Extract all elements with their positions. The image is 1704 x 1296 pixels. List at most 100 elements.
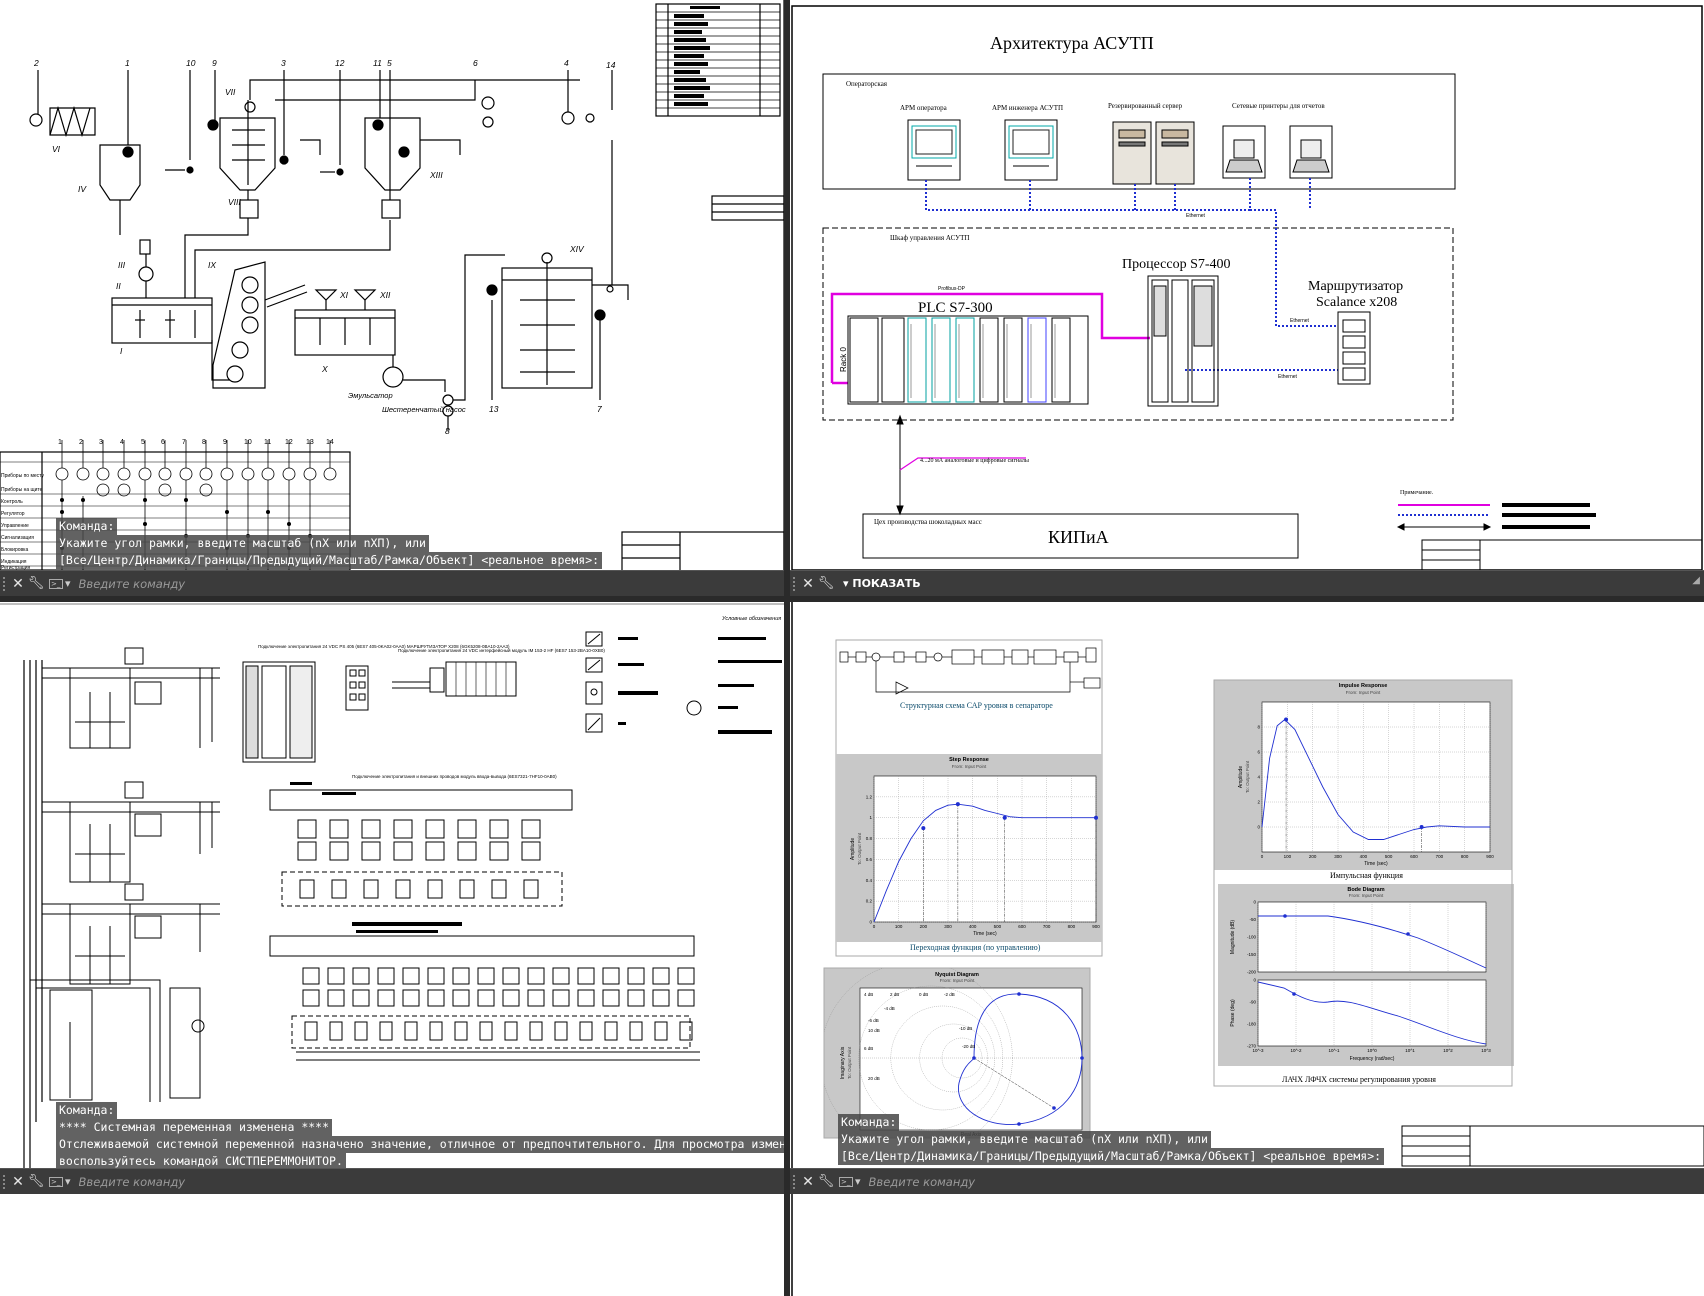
svg-text:Импульсная функция: Импульсная функция bbox=[1330, 871, 1403, 880]
svg-text:Ethernet: Ethernet bbox=[1278, 374, 1298, 380]
history-line: Укажите угол рамки, введите масштаб (nX … bbox=[56, 535, 429, 552]
svg-text:4...20 мА аналоговые и цифровы: 4...20 мА аналоговые и цифровые сигналы bbox=[920, 457, 1029, 464]
command-line-bar: ✕ 🔧︎ ▾ ПОКАЗАТЬ ◢ bbox=[790, 570, 1704, 596]
prompt-icon: >_ bbox=[49, 1176, 63, 1187]
svg-text:14: 14 bbox=[606, 60, 616, 70]
chevron-down-icon: ▾ bbox=[855, 1175, 861, 1188]
svg-text:III: III bbox=[118, 260, 126, 270]
svg-text:5: 5 bbox=[141, 439, 145, 446]
svg-text:14: 14 bbox=[326, 439, 334, 446]
svg-text:Блокировка: Блокировка bbox=[1, 547, 28, 553]
svg-text:3: 3 bbox=[99, 439, 103, 446]
svg-text:6: 6 bbox=[473, 58, 478, 68]
command-history: Команда: Укажите угол рамки, введите мас… bbox=[56, 518, 603, 569]
cpu-label: Процессор S7-400 bbox=[1122, 257, 1231, 272]
viewport-bottom-left[interactable]: Подключение электропитания 24 VDC PS 405… bbox=[0, 602, 784, 1296]
svg-text:7: 7 bbox=[597, 404, 602, 414]
svg-text:XIII: XIII bbox=[429, 170, 443, 180]
command-history: Команда: **** Системная переменная измен… bbox=[56, 1102, 784, 1170]
svg-text:1: 1 bbox=[125, 58, 130, 68]
svg-text:Переходная функция (по управле: Переходная функция (по управлению) bbox=[910, 943, 1041, 952]
svg-text:11: 11 bbox=[373, 58, 382, 68]
svg-text:8: 8 bbox=[202, 439, 206, 446]
svg-text:XI: XI bbox=[339, 290, 349, 300]
close-icon[interactable]: ✕ bbox=[799, 1174, 817, 1190]
close-icon[interactable]: ✕ bbox=[9, 576, 27, 592]
svg-text:Условные обозначения: Условные обозначения bbox=[721, 616, 781, 622]
svg-text:4: 4 bbox=[120, 439, 124, 446]
show-button[interactable]: ▾ ПОКАЗАТЬ bbox=[843, 577, 921, 590]
viewport-top-left[interactable]: 2 1 10 9 3 12 11 5 6 4 14 13 7 8 IV VI V… bbox=[0, 0, 784, 598]
svg-text:Цех производства шоколадных ма: Цех производства шоколадных масс bbox=[874, 518, 982, 526]
viewport-top-right[interactable]: Архитектура АСУТП Операторская АРМ опера… bbox=[790, 0, 1704, 598]
svg-text:X: X bbox=[321, 364, 328, 374]
svg-text:Подключение электропитания 24: Подключение электропитания 24 VDC интерф… bbox=[398, 647, 605, 653]
command-line-bar: ✕ 🔧︎ >_ ▾ bbox=[0, 1168, 784, 1194]
viewport-bottom-right[interactable]: Step Response From: Input Point 0 100 200 300… bbox=[790, 602, 1704, 1296]
svg-text:I: I bbox=[120, 346, 123, 356]
chevron-up-icon[interactable]: ◢ bbox=[1692, 575, 1700, 586]
svg-text:Rack 0: Rack 0 bbox=[839, 347, 848, 372]
svg-text:12: 12 bbox=[285, 439, 293, 446]
svg-text:АРМ инженера АСУТП: АРМ инженера АСУТП bbox=[992, 104, 1063, 112]
svg-text:7: 7 bbox=[182, 439, 186, 446]
svg-text:9: 9 bbox=[223, 439, 227, 446]
svg-text:8: 8 bbox=[445, 426, 450, 436]
prompt-icon: >_ bbox=[839, 1176, 853, 1187]
svg-text:1: 1 bbox=[58, 439, 62, 446]
svg-text:Scalance x208: Scalance x208 bbox=[1316, 295, 1397, 310]
wrench-icon[interactable]: 🔧︎ bbox=[817, 1174, 835, 1189]
command-input[interactable] bbox=[868, 1174, 1169, 1189]
svg-text:Шкаф управления АСУТП: Шкаф управления АСУТП bbox=[890, 234, 969, 242]
history-line: Отслеживаемой системной переменной назна… bbox=[56, 1136, 784, 1153]
history-line: Команда: bbox=[56, 1102, 118, 1119]
svg-text:10: 10 bbox=[244, 439, 252, 446]
recent-commands-button[interactable]: >_ ▾ bbox=[839, 1175, 861, 1188]
svg-text:2: 2 bbox=[33, 58, 39, 68]
history-line: [Все/Центр/Динамика/Границы/Предыдущий/М… bbox=[56, 552, 603, 569]
svg-text:Ethernet: Ethernet bbox=[1290, 318, 1310, 324]
router-label: Маршрутизатор bbox=[1308, 279, 1403, 294]
svg-text:ЛАЧХ ЛФЧХ системы регулировани: ЛАЧХ ЛФЧХ системы регулирования уровня bbox=[1282, 1075, 1436, 1084]
svg-text:Эмульсатор: Эмульсатор bbox=[348, 391, 393, 400]
svg-text:Контроль: Контроль bbox=[1, 499, 23, 505]
svg-text:Операторская: Операторская bbox=[846, 80, 888, 88]
command-history: Команда: Укажите угол рамки, введите мас… bbox=[838, 1114, 1385, 1165]
svg-text:10: 10 bbox=[186, 58, 196, 68]
wrench-icon[interactable]: 🔧︎ bbox=[27, 1174, 45, 1189]
svg-text:13: 13 bbox=[489, 404, 499, 414]
wrench-icon[interactable]: 🔧︎ bbox=[27, 576, 45, 591]
chevron-down-icon: ▾ bbox=[65, 577, 71, 590]
command-line-bar: ✕ 🔧︎ >_ ▾ bbox=[0, 570, 784, 596]
history-line: [Все/Центр/Динамика/Границы/Предыдущий/М… bbox=[838, 1148, 1385, 1165]
svg-text:VII: VII bbox=[225, 87, 236, 97]
command-input[interactable] bbox=[78, 1174, 379, 1189]
history-line: Укажите угол рамки, введите масштаб (nX … bbox=[838, 1131, 1211, 1148]
svg-text:11: 11 bbox=[264, 439, 271, 446]
svg-text:Примечание.: Примечание. bbox=[1400, 490, 1434, 496]
recent-commands-button[interactable]: >_ ▾ bbox=[49, 1175, 71, 1188]
diagram-title: Архитектура АСУТП bbox=[990, 33, 1154, 53]
close-icon[interactable]: ✕ bbox=[799, 576, 817, 592]
svg-text:Регулятор: Регулятор bbox=[1, 511, 25, 517]
svg-text:VI: VI bbox=[52, 144, 61, 154]
recent-commands-button[interactable]: >_ ▾ bbox=[49, 577, 71, 590]
svg-text:IV: IV bbox=[78, 184, 87, 194]
svg-text:Управление: Управление bbox=[1, 523, 29, 529]
svg-text:VIII: VIII bbox=[228, 197, 241, 207]
svg-text:XII: XII bbox=[379, 290, 391, 300]
plc-label: PLC S7-300 bbox=[918, 300, 993, 316]
wrench-icon[interactable]: 🔧︎ bbox=[817, 576, 835, 591]
history-line: Команда: bbox=[838, 1114, 900, 1131]
chevron-down-icon: ▾ bbox=[843, 577, 853, 590]
svg-text:3: 3 bbox=[281, 58, 286, 68]
svg-text:Сетевые принтеры для отчетов: Сетевые принтеры для отчетов bbox=[1232, 102, 1325, 110]
command-input[interactable] bbox=[78, 576, 379, 591]
svg-text:Сигнализация: Сигнализация bbox=[1, 535, 34, 541]
svg-text:Шестеренчатый насос: Шестеренчатый насос bbox=[382, 405, 466, 414]
svg-text:2: 2 bbox=[79, 439, 83, 446]
svg-text:Резервированный сервер: Резервированный сервер bbox=[1108, 102, 1183, 110]
close-icon[interactable]: ✕ bbox=[9, 1174, 27, 1190]
svg-text:12: 12 bbox=[335, 58, 345, 68]
svg-text:5: 5 bbox=[387, 58, 392, 68]
